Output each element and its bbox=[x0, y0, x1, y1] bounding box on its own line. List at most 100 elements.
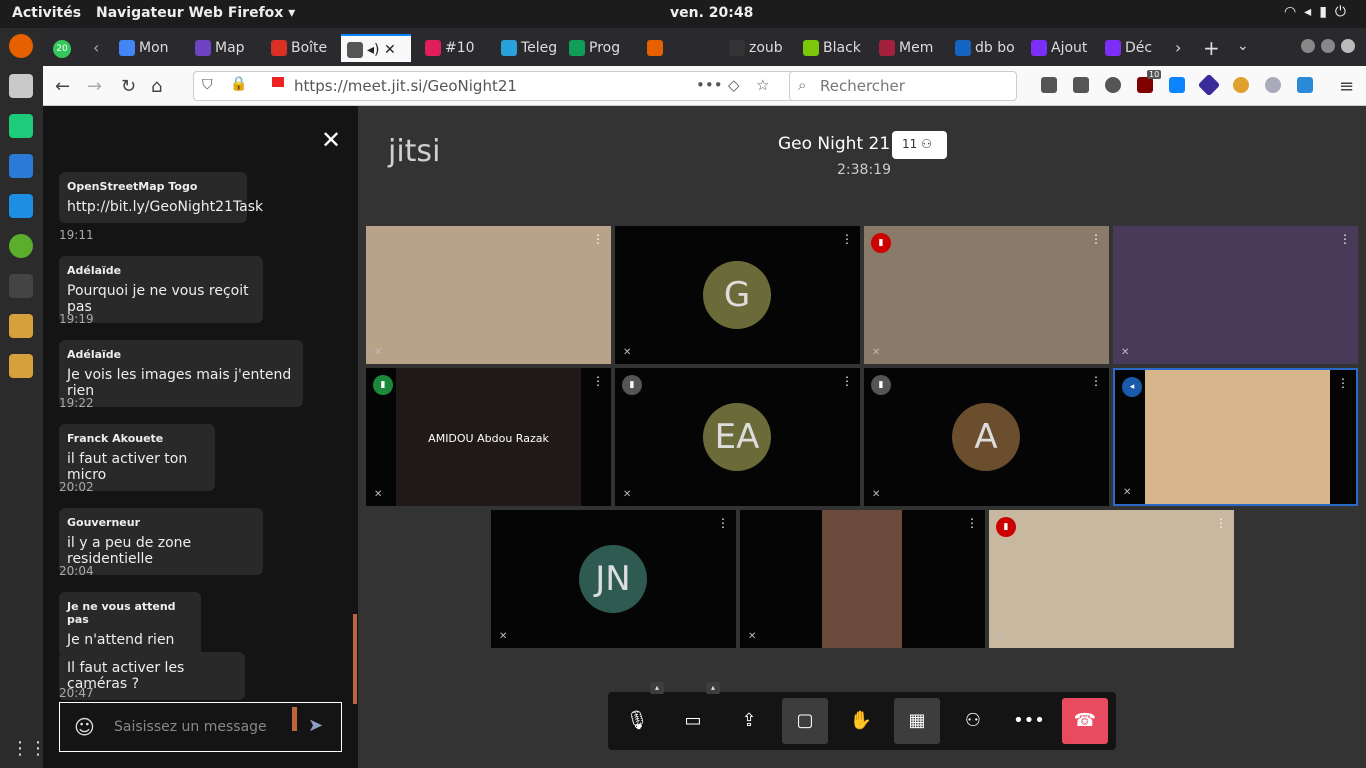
tile-menu-icon[interactable]: ⋮ bbox=[1337, 376, 1349, 390]
tab-8[interactable] bbox=[641, 34, 717, 62]
emoji-icon[interactable]: ☺ bbox=[74, 715, 95, 739]
clock[interactable]: ven. 20:48 bbox=[670, 5, 753, 21]
tile-menu-icon[interactable]: ⋮ bbox=[1090, 374, 1102, 388]
tile-menu-icon[interactable]: ⋮ bbox=[966, 516, 978, 530]
participant-tile[interactable]: JN ⋮ ✕ bbox=[491, 510, 736, 648]
camera-icon[interactable]: ▭ bbox=[670, 698, 716, 744]
dominant-speaker-icon[interactable]: ◂ bbox=[1122, 377, 1142, 397]
chat-scrollbar[interactable] bbox=[353, 614, 357, 704]
participant-tile[interactable]: ⋮ ✕ bbox=[366, 226, 611, 364]
audio-settings-arrow[interactable]: ▴ bbox=[650, 682, 664, 694]
terminal-icon[interactable] bbox=[9, 274, 33, 298]
connection-indicator-icon[interactable]: ▮ bbox=[373, 375, 393, 395]
tile-menu-icon[interactable]: ⋮ bbox=[841, 232, 853, 246]
files-cabinet-icon[interactable] bbox=[9, 74, 33, 98]
activities-button[interactable]: Activités bbox=[12, 5, 81, 21]
account-icon[interactable] bbox=[1105, 77, 1121, 93]
extension-icon[interactable] bbox=[1297, 77, 1313, 93]
camera-permission-icon[interactable] bbox=[272, 77, 284, 87]
tab-3[interactable]: Boîte bbox=[265, 34, 335, 62]
audio-playing-icon[interactable]: ◂) bbox=[367, 42, 380, 58]
minimize-window-button[interactable] bbox=[1301, 39, 1315, 53]
pycharm-icon[interactable] bbox=[9, 114, 33, 138]
pocket-icon[interactable]: ◇ bbox=[728, 76, 740, 94]
tab-2[interactable]: Map bbox=[189, 34, 259, 62]
participant-tile[interactable]: ▮ ⋮ ✕ bbox=[989, 510, 1234, 648]
reload-button[interactable]: ↻ bbox=[121, 76, 136, 97]
tab-4[interactable]: ◂) ✕ bbox=[341, 34, 411, 62]
hangup-icon[interactable]: ☎ bbox=[1062, 698, 1108, 744]
tab-scroll-right-button[interactable]: › bbox=[1175, 38, 1181, 57]
josm-2-icon[interactable] bbox=[9, 354, 33, 378]
extension-icon[interactable] bbox=[1265, 77, 1281, 93]
tile-menu-icon[interactable]: ⋮ bbox=[717, 516, 729, 530]
share-screen-icon[interactable]: ⇪ bbox=[726, 698, 772, 744]
chat-input-box[interactable]: ☺ Saisissez un message ➤ bbox=[59, 702, 342, 752]
participant-tile[interactable]: AMIDOU Abdou Razak ▮ ⋮ ✕ bbox=[366, 368, 611, 506]
participant-tile[interactable]: A ▮ ⋮ ✕ bbox=[864, 368, 1109, 506]
lock-icon[interactable]: 🔒 bbox=[230, 76, 247, 92]
participant-tile[interactable]: ◂ ⋮ ✕ bbox=[1113, 368, 1358, 506]
close-chat-icon[interactable]: ✕ bbox=[321, 126, 341, 154]
firefox-icon[interactable] bbox=[9, 34, 33, 58]
josm-icon[interactable] bbox=[9, 314, 33, 338]
tab-13[interactable]: Ajout bbox=[1025, 34, 1095, 62]
maximize-window-button[interactable] bbox=[1321, 39, 1335, 53]
tab-5[interactable]: #10 bbox=[419, 34, 489, 62]
tile-view-icon[interactable]: ▦ bbox=[894, 698, 940, 744]
video-settings-arrow[interactable]: ▴ bbox=[706, 682, 720, 694]
library-icon[interactable] bbox=[1041, 77, 1057, 93]
tile-menu-icon[interactable]: ⋮ bbox=[1090, 232, 1102, 246]
tab-10[interactable]: Black bbox=[797, 34, 867, 62]
participant-tile[interactable]: ⋮ ✕ bbox=[740, 510, 985, 648]
close-tab-icon[interactable]: ✕ bbox=[380, 42, 396, 58]
document-editor-icon[interactable] bbox=[9, 154, 33, 178]
new-tab-button[interactable]: + bbox=[1203, 36, 1220, 60]
tab-scroll-left-button[interactable]: ‹ bbox=[93, 38, 99, 57]
list-tabs-button[interactable]: ⌄ bbox=[1237, 38, 1249, 54]
tile-menu-icon[interactable]: ⋮ bbox=[1215, 516, 1227, 530]
participant-tile[interactable]: ⋮ ✕ bbox=[1113, 226, 1358, 364]
tile-menu-icon[interactable]: ⋮ bbox=[592, 374, 604, 388]
more-icon[interactable]: ••• bbox=[1006, 698, 1052, 744]
ublock-icon[interactable] bbox=[1137, 77, 1153, 93]
participant-tile[interactable]: EA ▮ ⋮ ✕ bbox=[615, 368, 860, 506]
forward-button[interactable]: → bbox=[87, 76, 102, 97]
menu-icon[interactable]: ≡ bbox=[1339, 76, 1354, 97]
connection-indicator-icon[interactable]: ▮ bbox=[871, 233, 891, 253]
tab-1[interactable]: Mon bbox=[113, 34, 183, 62]
tab-11[interactable]: Mem bbox=[873, 34, 943, 62]
notification-badge[interactable]: 20 bbox=[53, 40, 71, 58]
qgis-icon[interactable] bbox=[9, 234, 33, 258]
home-button[interactable]: ⌂ bbox=[151, 76, 162, 97]
connection-indicator-icon[interactable]: ▮ bbox=[622, 375, 642, 395]
tab-7[interactable]: Prog bbox=[563, 34, 633, 62]
tile-menu-icon[interactable]: ⋮ bbox=[841, 374, 853, 388]
extension-icon[interactable] bbox=[1197, 73, 1221, 97]
participant-count[interactable]: 11 ⚇ bbox=[892, 131, 947, 159]
page-actions-icon[interactable]: ••• bbox=[696, 76, 723, 94]
search-bar[interactable]: ⌕ Rechercher bbox=[789, 71, 1017, 101]
shield-icon[interactable]: ⛉ bbox=[202, 77, 213, 93]
url-bar[interactable]: ⛉ 🔒 https://meet.jit.si/GeoNight21 ••• ◇… bbox=[193, 71, 821, 101]
color-picker-icon[interactable] bbox=[1233, 77, 1249, 93]
mic-muted-icon[interactable]: 🎙 bbox=[614, 698, 660, 744]
close-window-button[interactable] bbox=[1341, 39, 1355, 53]
sidebar-icon[interactable] bbox=[1073, 77, 1089, 93]
chat-icon[interactable]: ▢ bbox=[782, 698, 828, 744]
tab-6[interactable]: Teleg bbox=[495, 34, 557, 62]
connection-indicator-icon[interactable]: ▮ bbox=[871, 375, 891, 395]
tab-14[interactable]: Déc bbox=[1099, 34, 1169, 62]
raise-hand-icon[interactable]: ✋ bbox=[838, 698, 884, 744]
extension-icon[interactable] bbox=[1169, 77, 1185, 93]
vscode-icon[interactable] bbox=[9, 194, 33, 218]
tile-menu-icon[interactable]: ⋮ bbox=[592, 232, 604, 246]
show-apps-grid-icon[interactable]: ⋮⋮ bbox=[11, 738, 47, 759]
back-button[interactable]: ← bbox=[55, 76, 70, 97]
send-icon[interactable]: ➤ bbox=[308, 715, 323, 736]
connection-indicator-icon[interactable]: ▮ bbox=[996, 517, 1016, 537]
participant-tile[interactable]: G ⋮ ✕ bbox=[615, 226, 860, 364]
bookmark-star-icon[interactable]: ☆ bbox=[756, 76, 769, 94]
tab-12[interactable]: db bo bbox=[949, 34, 1019, 62]
invite-icon[interactable]: ⚇ bbox=[950, 698, 996, 744]
